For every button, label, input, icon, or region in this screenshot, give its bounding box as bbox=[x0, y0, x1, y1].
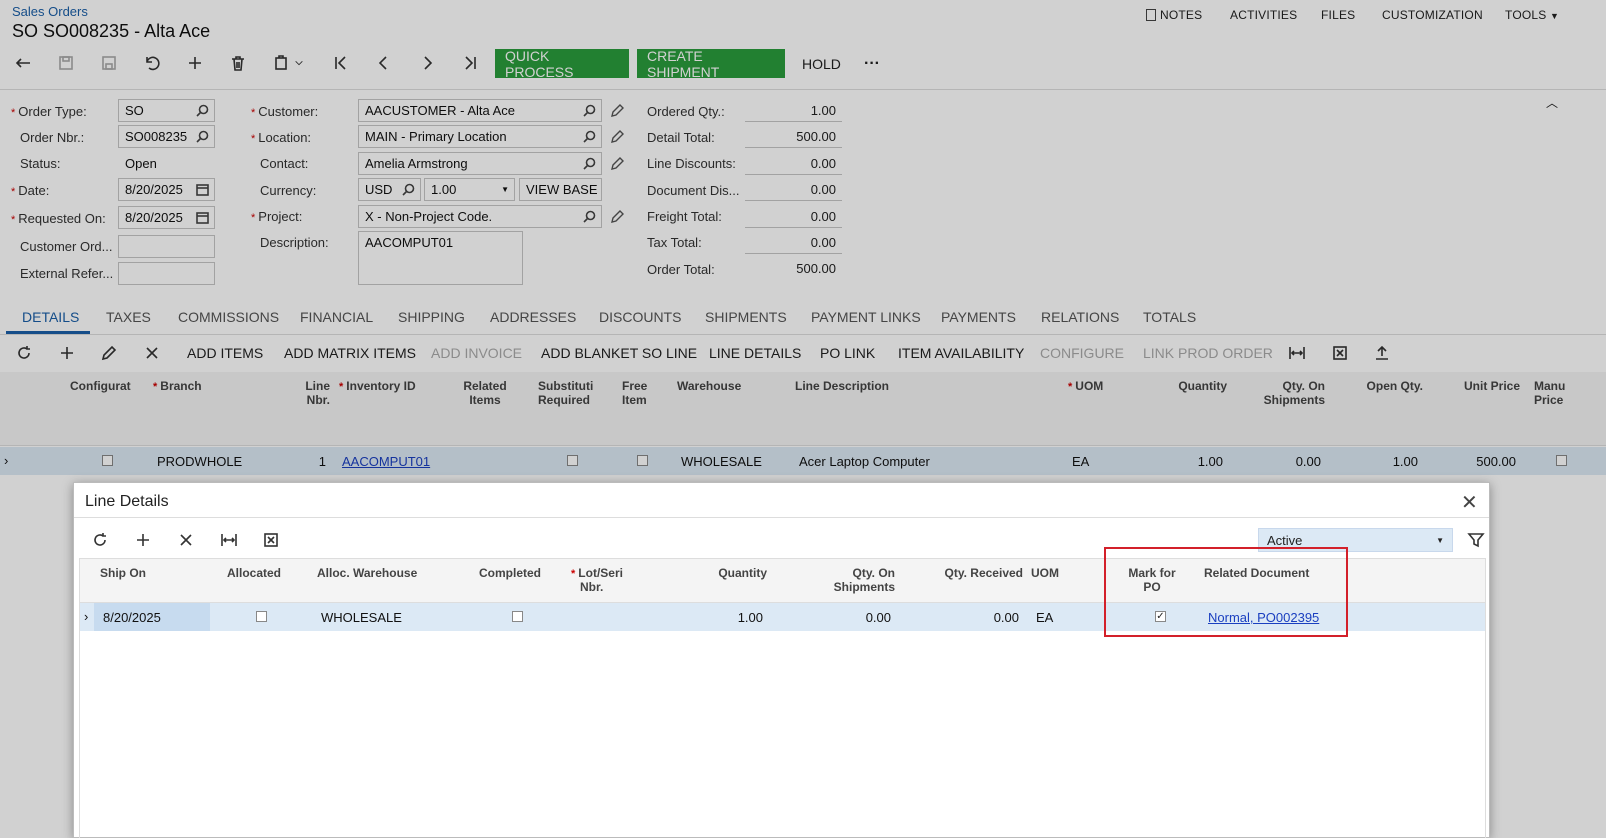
chevron-down-icon: ▼ bbox=[1436, 536, 1444, 545]
row-qty-received[interactable]: 0.00 bbox=[944, 610, 1019, 625]
divider bbox=[74, 517, 1489, 518]
allocated-checkbox[interactable] bbox=[256, 611, 267, 622]
filter-icon[interactable] bbox=[1465, 529, 1487, 551]
col-ship-on[interactable]: Ship On bbox=[100, 566, 146, 580]
row-qty-on-shipments[interactable]: 0.00 bbox=[819, 610, 891, 625]
highlight-box bbox=[1104, 547, 1348, 637]
row-quantity[interactable]: 1.00 bbox=[689, 610, 763, 625]
col-qty-on-shipments[interactable]: Qty. On Shipments bbox=[819, 566, 895, 594]
sales-order-page: Sales Orders SO SO008235 - Alta Ace NOTE… bbox=[0, 0, 1606, 838]
col-allocated[interactable]: Allocated bbox=[227, 566, 281, 580]
refresh-icon[interactable] bbox=[89, 529, 111, 551]
col-alloc-warehouse[interactable]: Alloc. Warehouse bbox=[317, 566, 417, 580]
line-details-dialog: Line Details ✕ Active ▼ Ship On Allocated… bbox=[73, 482, 1490, 838]
export-excel-icon[interactable] bbox=[260, 529, 282, 551]
add-row-icon[interactable] bbox=[132, 529, 154, 551]
completed-checkbox[interactable] bbox=[512, 611, 523, 622]
dialog-title: Line Details bbox=[85, 493, 169, 510]
col-completed[interactable]: Completed bbox=[479, 566, 541, 580]
col-qty-received[interactable]: Qty. Received bbox=[924, 566, 1023, 580]
col-uom[interactable]: UOM bbox=[1031, 566, 1059, 580]
row-alloc-warehouse[interactable]: WHOLESALE bbox=[321, 610, 402, 625]
row-expand-icon[interactable]: › bbox=[84, 609, 88, 624]
close-icon[interactable]: ✕ bbox=[1461, 490, 1478, 515]
row-uom[interactable]: EA bbox=[1036, 610, 1053, 625]
col-lot-serial-nbr[interactable]: * Lot/Seri Nbr. bbox=[571, 566, 623, 594]
row-ship-on[interactable]: 8/20/2025 bbox=[103, 610, 161, 625]
col-quantity[interactable]: Quantity bbox=[694, 566, 767, 580]
fit-columns-icon[interactable] bbox=[218, 529, 240, 551]
delete-row-icon[interactable] bbox=[175, 529, 197, 551]
